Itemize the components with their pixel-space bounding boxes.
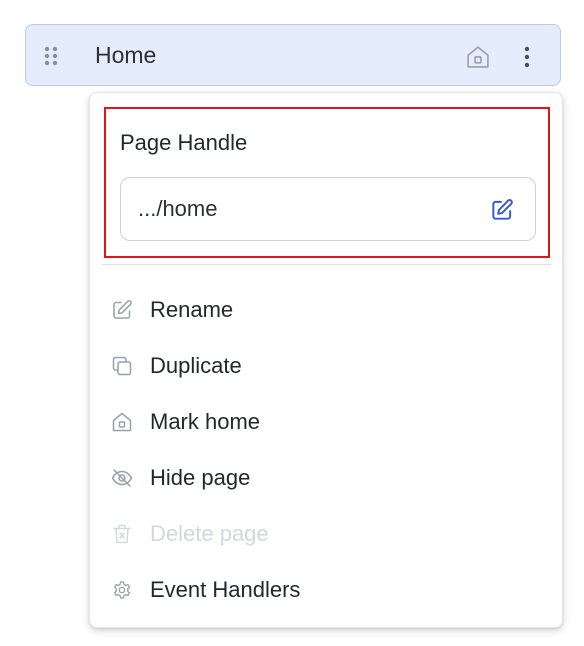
copy-icon (108, 352, 136, 380)
eye-off-icon (108, 464, 136, 492)
trash-icon (108, 520, 136, 548)
menu-item-label: Event Handlers (150, 577, 301, 602)
page-handle-field[interactable]: .../home (120, 177, 536, 241)
menu-item-rename[interactable]: Rename (104, 287, 550, 333)
page-handle-section: Page Handle .../home (104, 107, 550, 258)
pencil-icon (108, 296, 136, 324)
menu-item-label: Mark home (150, 409, 261, 434)
home-icon (108, 408, 136, 436)
menu-item-label: Rename (150, 297, 234, 322)
page-options-menu: Page Handle .../home Rename Duplicate Ma… (89, 92, 563, 628)
menu-item-label: Hide page (150, 465, 251, 490)
gear-icon (108, 576, 136, 604)
page-handle-value: .../home (138, 196, 218, 221)
menu-item-duplicate[interactable]: Duplicate (104, 343, 550, 389)
menu-item-label: Delete page (150, 521, 269, 546)
more-options-icon[interactable] (516, 42, 538, 72)
edit-handle-icon[interactable] (487, 195, 517, 225)
page-handle-title: Page Handle (120, 130, 248, 155)
drag-handle-icon[interactable] (44, 46, 58, 66)
menu-item-mark-home[interactable]: Mark home (104, 399, 550, 445)
page-name[interactable]: Home (95, 41, 156, 69)
menu-item-delete-page: Delete page (104, 511, 550, 557)
home-indicator-icon[interactable] (463, 42, 493, 72)
menu-item-hide-page[interactable]: Hide page (104, 455, 550, 501)
page-row-home[interactable]: Home (25, 24, 561, 86)
menu-divider (102, 264, 551, 265)
menu-item-label: Duplicate (150, 353, 242, 378)
menu-item-event-handlers[interactable]: Event Handlers (104, 567, 550, 613)
